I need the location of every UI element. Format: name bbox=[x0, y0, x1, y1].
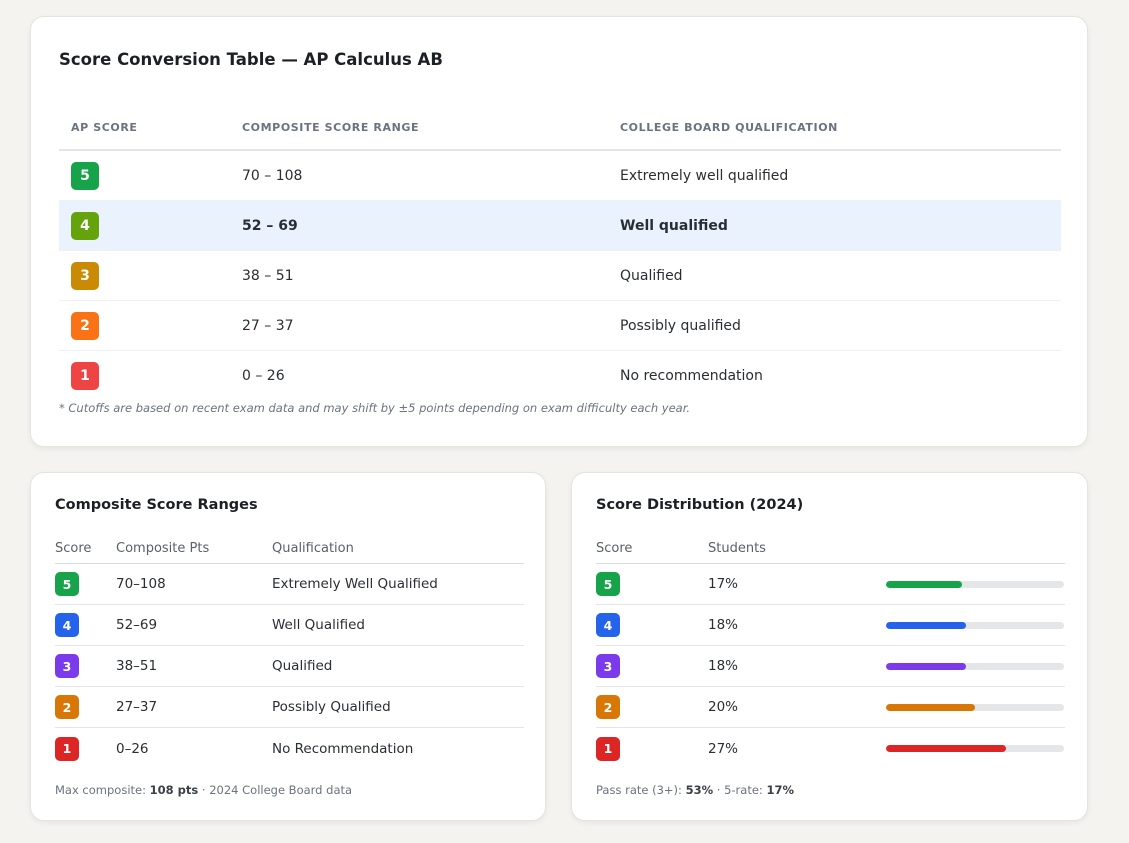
composite-range: 70 – 108 bbox=[242, 167, 303, 184]
distribution-title: Score Distribution (2024) bbox=[596, 497, 804, 513]
qualification: No Recommendation bbox=[272, 740, 414, 757]
students-percent: 17% bbox=[708, 576, 739, 592]
score-badge: 1 bbox=[55, 736, 79, 761]
distribution-bar bbox=[886, 703, 1064, 711]
conversion-table: AP SCORE COMPOSITE SCORE RANGE COLLEGE B… bbox=[59, 105, 1061, 401]
distribution-row-5: 5 17% bbox=[596, 564, 1065, 605]
conversion-row-2: 2 27 – 37 Possibly qualified bbox=[59, 301, 1061, 351]
composite-range: 38 – 51 bbox=[242, 267, 294, 284]
score-badge: 5 bbox=[55, 572, 79, 596]
ranges-row-5: 5 70–108 Extremely Well Qualified bbox=[55, 564, 524, 605]
conversion-row-3: 3 38 – 51 Qualified bbox=[59, 251, 1061, 301]
distribution-bar-fill bbox=[886, 703, 975, 711]
ranges-footer: Max composite: 108 pts · 2024 College Bo… bbox=[55, 783, 352, 797]
qualification: Well Qualified bbox=[272, 617, 365, 633]
distribution-bar bbox=[886, 580, 1064, 588]
composite-pts: 0–26 bbox=[116, 740, 149, 757]
qualification: No recommendation bbox=[620, 368, 763, 384]
score-badge: 3 bbox=[55, 654, 79, 678]
score-badge: 5 bbox=[71, 161, 99, 190]
score-badge: 1 bbox=[596, 736, 620, 761]
header-composite-pts: Composite Pts bbox=[116, 540, 210, 556]
distribution-row-1: 1 27% bbox=[596, 728, 1065, 769]
score-badge: 4 bbox=[71, 211, 99, 240]
distribution-bar bbox=[886, 745, 1064, 752]
distribution-bar-fill bbox=[886, 580, 962, 588]
distribution-bar bbox=[886, 662, 1064, 670]
ranges-row-3: 3 38–51 Qualified bbox=[55, 646, 524, 687]
distribution-card: Score Distribution (2024) Score Students… bbox=[571, 472, 1088, 821]
qualification: Possibly qualified bbox=[620, 317, 741, 334]
pass-rate-value: 53% bbox=[685, 783, 714, 797]
ranges-table: Score Composite Pts Qualification 5 70–1… bbox=[55, 533, 524, 769]
qualification: Qualified bbox=[272, 658, 333, 674]
header-composite-range: COMPOSITE SCORE RANGE bbox=[242, 120, 420, 134]
score-badge: 4 bbox=[55, 613, 79, 637]
composite-range: 52 – 69 bbox=[242, 217, 298, 234]
distribution-bar bbox=[886, 621, 1064, 629]
score-badge: 4 bbox=[596, 613, 620, 637]
composite-pts: 52–69 bbox=[116, 617, 158, 633]
distribution-row-2: 2 20% bbox=[596, 687, 1065, 728]
pass-rate-label: Pass rate (3+): bbox=[596, 783, 686, 797]
students-percent: 20% bbox=[708, 699, 739, 715]
composite-pts: 70–108 bbox=[116, 576, 166, 592]
score-badge: 2 bbox=[71, 311, 99, 340]
score-badge: 2 bbox=[55, 695, 79, 719]
distribution-row-3: 3 18% bbox=[596, 646, 1065, 687]
students-percent: 18% bbox=[708, 617, 739, 633]
ranges-table-header: Score Composite Pts Qualification bbox=[55, 533, 524, 564]
composite-range: 27 – 37 bbox=[242, 317, 294, 334]
composite-pts: 38–51 bbox=[116, 658, 158, 674]
header-qualification: Qualification bbox=[272, 540, 354, 556]
header-qualification: COLLEGE BOARD QUALIFICATION bbox=[620, 120, 838, 134]
score-badge: 3 bbox=[596, 654, 620, 678]
score-badge: 3 bbox=[71, 261, 99, 290]
ranges-row-4: 4 52–69 Well Qualified bbox=[55, 605, 524, 646]
max-composite-label: Max composite: bbox=[55, 783, 150, 797]
ranges-row-2: 2 27–37 Possibly Qualified bbox=[55, 687, 524, 728]
composite-range: 0 – 26 bbox=[242, 368, 285, 384]
header-score: Score bbox=[55, 540, 92, 556]
score-badge: 2 bbox=[596, 695, 620, 719]
score-badge: 1 bbox=[71, 362, 99, 390]
distribution-table-header: Score Students bbox=[596, 533, 1065, 564]
conversion-row-1: 1 0 – 26 No recommendation bbox=[59, 351, 1061, 401]
conversion-title: Score Conversion Table — AP Calculus AB bbox=[59, 50, 443, 69]
qualification: Qualified bbox=[620, 267, 683, 284]
distribution-footer: Pass rate (3+): 53% · 5-rate: 17% bbox=[596, 783, 794, 797]
distribution-row-4: 4 18% bbox=[596, 605, 1065, 646]
ranges-row-1: 1 0–26 No Recommendation bbox=[55, 728, 524, 769]
qualification: Well qualified bbox=[620, 217, 728, 234]
header-ap-score: AP SCORE bbox=[71, 120, 138, 134]
distribution-bar-fill bbox=[886, 745, 1007, 752]
conversion-row-4: 4 52 – 69 Well qualified bbox=[59, 201, 1061, 251]
max-composite-value: 108 pts bbox=[149, 783, 199, 797]
distribution-bar-fill bbox=[886, 621, 967, 629]
five-rate-value: 17% bbox=[766, 783, 794, 797]
qualification: Possibly Qualified bbox=[272, 699, 391, 715]
qualification: Extremely Well Qualified bbox=[272, 576, 438, 592]
conversion-row-5: 5 70 – 108 Extremely well qualified bbox=[59, 151, 1061, 201]
composite-pts: 27–37 bbox=[116, 699, 158, 715]
distribution-table: Score Students 5 17% 4 18% 3 18% 2 20% 1… bbox=[596, 533, 1065, 769]
ranges-card: Composite Score Ranges Score Composite P… bbox=[30, 472, 546, 821]
score-badge: 5 bbox=[596, 572, 620, 596]
five-rate-label: · 5-rate: bbox=[713, 783, 767, 797]
cutoff-footnote: * Cutoffs are based on recent exam data … bbox=[59, 401, 691, 415]
students-percent: 27% bbox=[708, 740, 739, 757]
ranges-title: Composite Score Ranges bbox=[55, 497, 258, 513]
conversion-card: Score Conversion Table — AP Calculus AB … bbox=[30, 16, 1088, 447]
header-score: Score bbox=[596, 540, 633, 556]
ranges-footer-source: · 2024 College Board data bbox=[198, 783, 353, 797]
distribution-bar-fill bbox=[886, 662, 967, 670]
conversion-table-header: AP SCORE COMPOSITE SCORE RANGE COLLEGE B… bbox=[59, 105, 1061, 151]
students-percent: 18% bbox=[708, 658, 739, 674]
header-students: Students bbox=[708, 540, 766, 556]
qualification: Extremely well qualified bbox=[620, 167, 789, 184]
